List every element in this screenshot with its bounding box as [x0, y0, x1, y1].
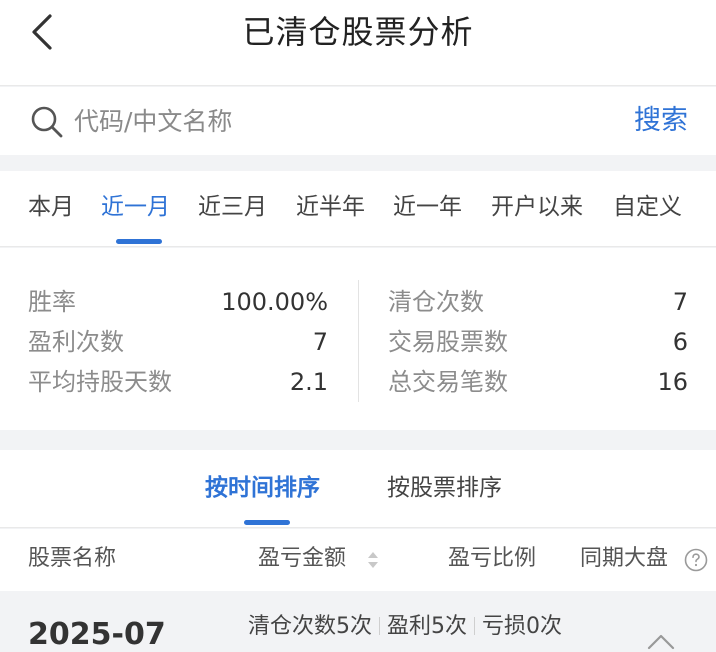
- chevron-up-icon[interactable]: [646, 632, 676, 650]
- summary-divider: [379, 617, 380, 635]
- group-summary: 清仓次数5次 盈利5次 亏损0次: [248, 612, 562, 642]
- stats-panel: 胜率 100.00% 盈利次数 7 平均持股天数 2.1 清仓次数 7 交易股票…: [0, 248, 716, 430]
- group-profit-count: 盈利5次: [387, 614, 467, 639]
- search-bar: 搜索: [0, 87, 716, 155]
- search-icon: [31, 106, 63, 138]
- summary-divider: [474, 617, 475, 635]
- column-market-same-period: 同期大盘: [580, 546, 669, 571]
- header-bar: 已清仓股票分析: [0, 0, 716, 86]
- search-input[interactable]: [74, 101, 594, 141]
- stat-win-rate-label: 胜率: [28, 288, 76, 316]
- stat-profit-count-value: 7: [312, 328, 328, 356]
- stat-clear-count-label: 清仓次数: [388, 288, 484, 316]
- stat-total-trades-label: 总交易笔数: [388, 368, 508, 396]
- column-profit-ratio: 盈亏比例: [448, 546, 537, 571]
- tab-last-year[interactable]: 近一年: [393, 191, 462, 223]
- column-stock-name: 股票名称: [28, 546, 117, 571]
- tab-custom[interactable]: 自定义: [613, 191, 682, 223]
- tab-sort-by-stock[interactable]: 按股票排序: [387, 472, 502, 504]
- stats-divider: [358, 280, 359, 402]
- group-clear-count: 清仓次数5次: [248, 614, 372, 639]
- group-month: 2025-07: [28, 617, 166, 652]
- active-tab-indicator: [116, 239, 162, 244]
- stat-win-rate-value: 100.00%: [221, 288, 328, 316]
- search-button[interactable]: 搜索: [634, 103, 688, 139]
- stat-traded-stocks-value: 6: [672, 328, 688, 356]
- stat-clear-count-value: 7: [672, 288, 688, 316]
- stat-avg-hold-days-label: 平均持股天数: [28, 368, 172, 396]
- sort-toggle-icon[interactable]: [367, 550, 379, 570]
- stat-profit-count-label: 盈利次数: [28, 328, 124, 356]
- stat-total-trades-value: 16: [657, 368, 688, 396]
- period-tabs: 本月 近一月 近三月 近半年 近一年 开户以来 自定义: [0, 171, 716, 247]
- stat-traded-stocks-label: 交易股票数: [388, 328, 508, 356]
- column-profit-amount[interactable]: 盈亏金额: [258, 543, 346, 575]
- stat-avg-hold-days-value: 2.1: [289, 368, 328, 396]
- active-sort-indicator: [244, 520, 290, 525]
- tab-sort-by-time[interactable]: 按时间排序: [205, 472, 320, 504]
- sort-tabs: 按时间排序 按股票排序: [0, 450, 716, 528]
- group-loss-count: 亏损0次: [482, 614, 562, 639]
- tab-this-month[interactable]: 本月: [28, 191, 74, 223]
- help-icon[interactable]: [684, 548, 708, 572]
- table-header: 股票名称 盈亏金额 盈亏比例 同期大盘: [0, 529, 716, 591]
- tab-last-three-months[interactable]: 近三月: [198, 191, 267, 223]
- page-title: 已清仓股票分析: [242, 13, 474, 51]
- month-group-header[interactable]: 2025-07 清仓次数5次 盈利5次 亏损0次: [0, 592, 716, 652]
- tab-last-month[interactable]: 近一月: [101, 191, 170, 223]
- tab-last-half-year[interactable]: 近半年: [296, 191, 365, 223]
- tab-since-opening[interactable]: 开户以来: [491, 191, 583, 223]
